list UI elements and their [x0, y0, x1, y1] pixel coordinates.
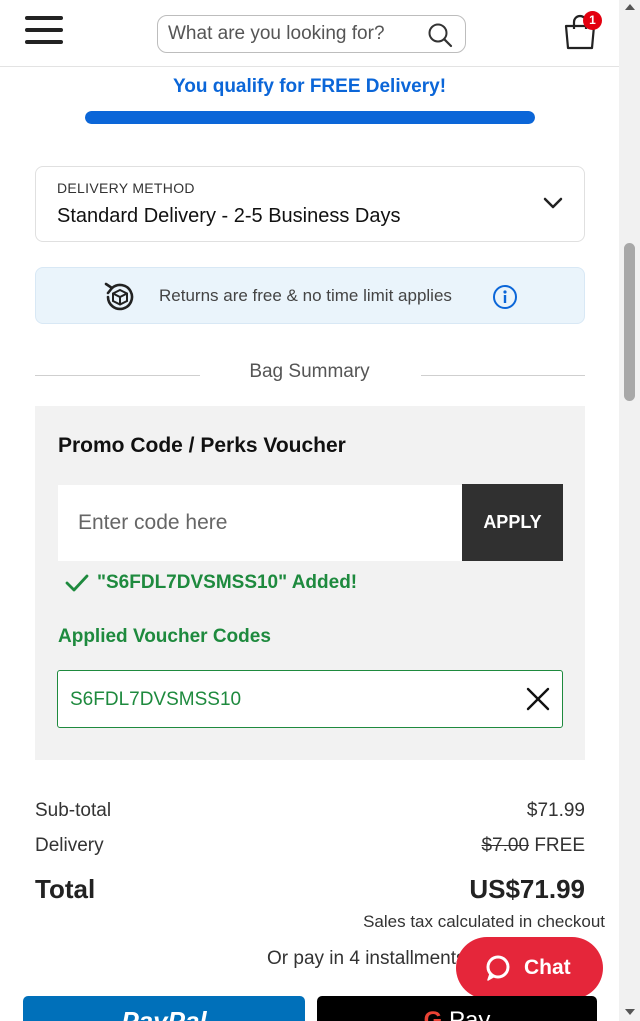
chat-bubble-icon [486, 955, 510, 981]
search-bar[interactable] [157, 15, 466, 53]
gpay-label: Pay [448, 1007, 491, 1021]
subtotal-value: $71.99 [526, 800, 585, 821]
delivery-method-value: Standard Delivery - 2-5 Business Days [57, 205, 401, 227]
bag-summary-title: Bag Summary [249, 361, 370, 382]
installments-text: Or pay in 4 installments [267, 948, 466, 969]
checkmark-icon [65, 574, 89, 592]
tax-note: Sales tax calculated in checkout [363, 912, 605, 931]
delivery-label: Delivery [35, 835, 104, 856]
scrollbar-thumb[interactable] [624, 243, 635, 401]
subtotal-row: Sub-total $71.99 [35, 800, 585, 822]
returns-box-icon [104, 282, 134, 311]
applied-vouchers-title: Applied Voucher Codes [58, 626, 271, 647]
delivery-method-select[interactable]: DELIVERY METHOD Standard Delivery - 2-5 … [35, 166, 585, 242]
subtotal-label: Sub-total [35, 800, 112, 821]
promo-added-text: "S6FDL7DVSMSS10" Added! [97, 572, 358, 593]
delivery-price: $7.00 FREE [481, 835, 585, 857]
chevron-down-icon [543, 197, 563, 209]
search-icon[interactable] [427, 22, 453, 48]
applied-voucher-chip: S6FDL7DVSMSS10 [57, 670, 563, 728]
delivery-free-value: FREE [534, 835, 585, 856]
returns-banner: Returns are free & no time limit applies [35, 267, 585, 324]
hamburger-menu-icon[interactable] [25, 16, 63, 44]
paypal-label: PayPal [121, 1006, 207, 1021]
promo-added-message: "S6FDL7DVSMSS10" Added! [65, 572, 357, 594]
promo-title: Promo Code / Perks Voucher [58, 434, 346, 457]
chat-button[interactable]: Chat [456, 937, 603, 999]
applied-voucher-code: S6FDL7DVSMSS10 [70, 689, 242, 710]
close-icon[interactable] [524, 685, 552, 713]
header: 1 [0, 0, 619, 67]
promo-panel: Promo Code / Perks Voucher APPLY "S6FDL7… [35, 406, 585, 760]
total-value: US$71.99 [469, 874, 585, 904]
bag-count-badge: 1 [583, 11, 602, 30]
search-input[interactable] [168, 16, 418, 52]
info-icon[interactable] [492, 284, 518, 310]
chat-label: Chat [524, 956, 571, 979]
total-row: Total US$71.99 [35, 874, 585, 905]
delivery-row: Delivery $7.00 FREE [35, 835, 585, 857]
progress-fill [85, 111, 535, 124]
divider-right [421, 375, 585, 376]
scroll-down-arrow-icon[interactable] [625, 1009, 635, 1015]
delivery-original-price: $7.00 [481, 835, 530, 856]
apply-button[interactable]: APPLY [462, 484, 563, 561]
free-delivery-progress-bar [85, 111, 535, 124]
scrollbar[interactable] [619, 0, 640, 1021]
total-label: Total [35, 874, 96, 904]
google-g-icon: G [423, 1007, 443, 1021]
free-delivery-message: You qualify for FREE Delivery! [172, 76, 447, 97]
paypal-button[interactable]: PayPal [23, 996, 305, 1021]
promo-code-input[interactable] [58, 485, 463, 561]
google-pay-button[interactable]: G Pay [317, 996, 597, 1021]
delivery-method-label: DELIVERY METHOD [57, 180, 195, 196]
scroll-up-arrow-icon[interactable] [625, 4, 635, 10]
returns-text: Returns are free & no time limit applies [159, 286, 452, 305]
